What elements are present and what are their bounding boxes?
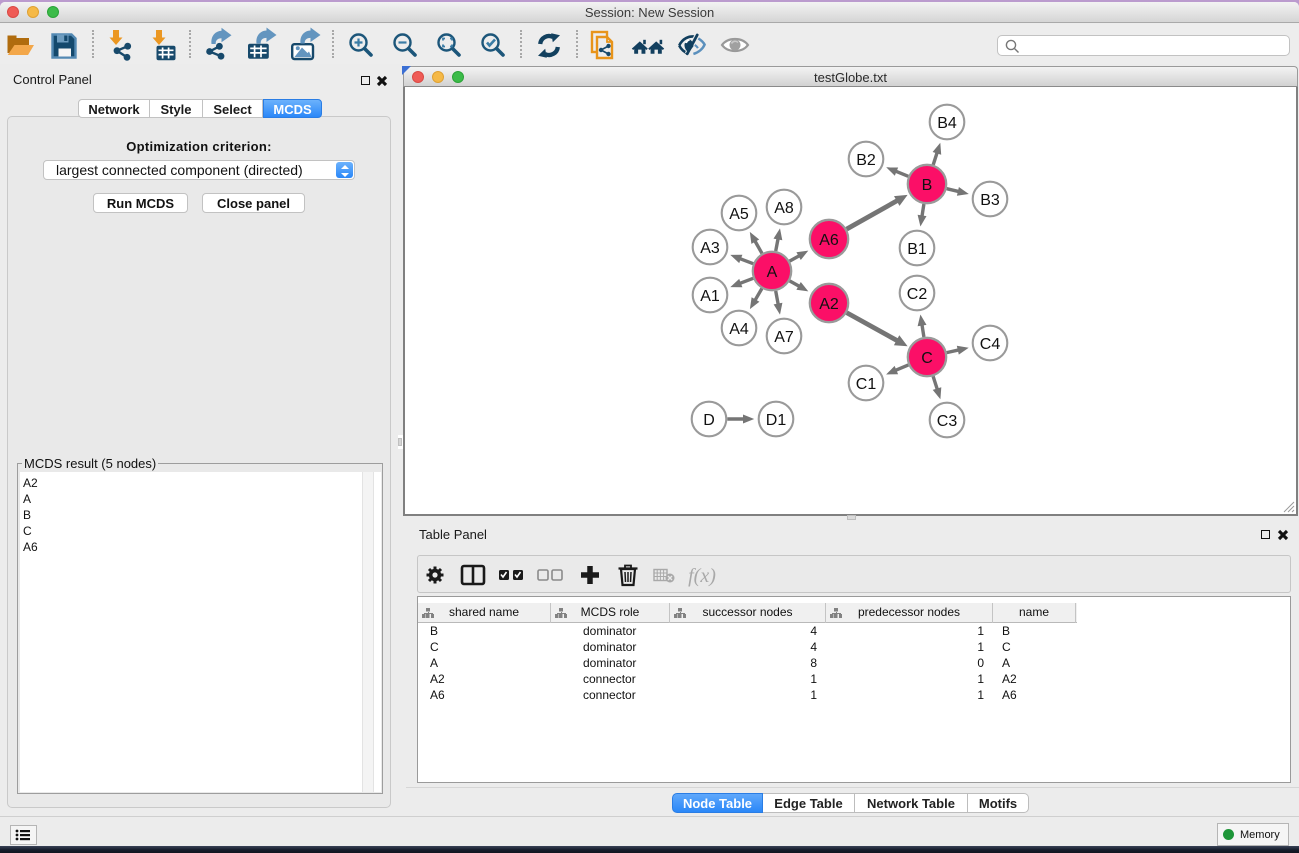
svg-text:A1: A1	[700, 288, 720, 305]
svg-text:A3: A3	[700, 240, 720, 257]
svg-text:A8: A8	[774, 200, 794, 217]
svg-text:B: B	[922, 177, 933, 194]
svg-text:B4: B4	[937, 115, 957, 132]
svg-text:A5: A5	[729, 206, 749, 223]
svg-text:f(x): f(x)	[688, 565, 716, 587]
svg-text:B3: B3	[980, 192, 1000, 209]
svg-text:A6: A6	[819, 232, 839, 249]
svg-text:B2: B2	[856, 152, 876, 169]
svg-text:D1: D1	[766, 412, 787, 429]
svg-text:C1: C1	[856, 376, 877, 393]
svg-text:A: A	[767, 264, 778, 281]
svg-text:C4: C4	[980, 336, 1001, 353]
svg-text:B1: B1	[907, 241, 927, 258]
svg-text:A4: A4	[729, 321, 749, 338]
svg-text:C3: C3	[937, 413, 958, 430]
svg-text:C2: C2	[907, 286, 928, 303]
svg-text:C: C	[921, 350, 933, 367]
svg-text:D: D	[703, 412, 715, 429]
svg-text:A7: A7	[774, 329, 794, 346]
svg-text:A2: A2	[819, 296, 839, 313]
